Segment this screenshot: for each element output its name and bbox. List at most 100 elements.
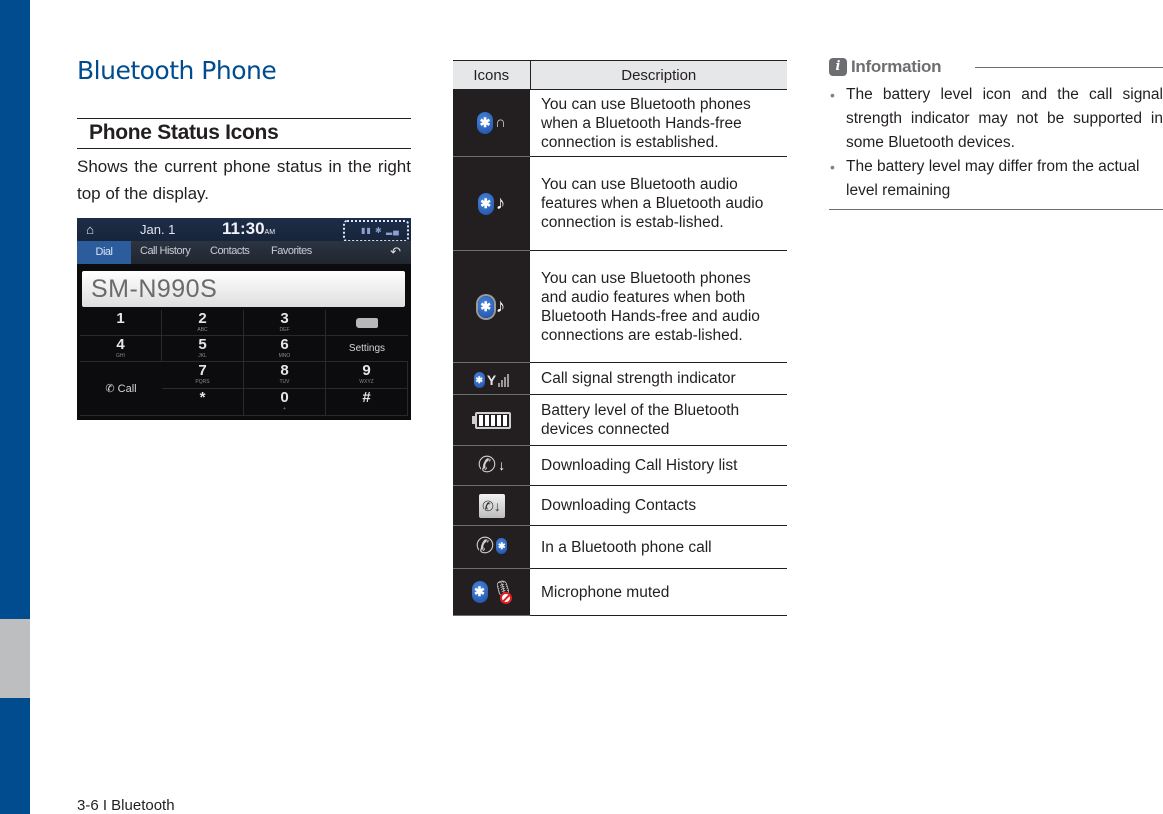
key-digit: 6 — [280, 336, 289, 353]
screen-key: 6 MNO — [244, 336, 326, 362]
page-title: Bluetooth Phone — [77, 56, 277, 85]
status-icons-highlight: ▮▮ ✱ ▂▄ — [343, 220, 409, 242]
screen-key: * — [162, 389, 244, 416]
row-description: Downloading Contacts — [530, 485, 787, 526]
phone-icon: ✆ — [105, 383, 115, 395]
section-body: Shows the current phone status in the ri… — [77, 157, 411, 203]
table-row: ✱ ♪ You can use Bluetooth audio features … — [453, 156, 787, 251]
key-digit: # — [362, 389, 371, 406]
section-divider — [77, 148, 411, 149]
screen-call-key: ✆ Call — [80, 362, 162, 416]
information-list: The battery level icon and the call sign… — [829, 83, 1163, 203]
key-letters: TUV — [279, 379, 290, 385]
table-row: ✆ ✱ In a Bluetooth phone call — [453, 525, 787, 569]
table-row: ✆ ↓ Downloading Call History list — [453, 445, 787, 486]
row-description: Call signal strength indicator — [530, 362, 787, 395]
screen-keypad: 1 2 ABC 3 DEF 4 GHI 5 JKL 6 MNO Settings 7 PQR… — [80, 310, 408, 416]
icon-cell: ✱ ♪ — [453, 250, 530, 363]
table-header-row: Icons Description — [453, 60, 787, 90]
screen-date: Jan. 1 — [140, 222, 176, 237]
table-row: ✱ ♪ You can use Bluetooth phones and audi… — [453, 250, 787, 363]
screen-settings-key: Settings — [326, 336, 408, 362]
information-item: The battery level icon and the call sign… — [829, 83, 1163, 155]
call-signal-strength-icon: ✱ Y — [473, 371, 510, 388]
icon-cell: ✱ ∩ — [453, 89, 530, 157]
table-row: Battery level of the Bluetooth devices c… — [453, 394, 787, 446]
row-description: You can use Bluetooth audio features whe… — [530, 156, 787, 251]
screen-key: 0 + — [244, 389, 326, 416]
key-letters: DEF — [279, 327, 290, 333]
screen-tab-dial: Dial — [77, 241, 131, 264]
key-digit: 2 — [198, 310, 207, 327]
screen-key: 5 JKL — [162, 336, 244, 362]
key-letters: ABC — [197, 327, 208, 333]
downloading-call-history-icon: ✆ ↓ — [477, 451, 506, 477]
information-title: Information — [851, 57, 942, 76]
screen-tab-call-history: Call History — [140, 245, 191, 257]
key-letters: JKL — [198, 353, 207, 359]
section-title: Phone Status Icons — [89, 121, 279, 144]
information-divider — [829, 209, 1163, 210]
home-icon: ⌂ — [86, 222, 94, 237]
row-description: You can use Bluetooth phones and audio f… — [530, 250, 787, 363]
table-row: ✱ 🎙 Microphone muted — [453, 568, 787, 616]
bluetooth-handsfree-icon: ✱ ∩ — [477, 112, 506, 134]
key-digit: * — [199, 389, 206, 406]
icon-cell — [453, 394, 530, 446]
screen-status-bar: ⌂ Jan. 1 11:30AM ▮▮ ✱ ▂▄ — [77, 218, 411, 242]
key-letters: WXYZ — [359, 379, 374, 385]
icon-cell: ✆↓ — [453, 485, 530, 526]
key-digit: 5 — [198, 336, 207, 353]
key-digit: 8 — [280, 362, 289, 379]
screen-tab-favorites: Favorites — [271, 245, 312, 257]
key-digit: 0 — [280, 389, 289, 406]
screen-key: 9 WXYZ — [326, 362, 408, 389]
icon-cell: ✱ ♪ — [453, 156, 530, 251]
information-item: The battery level may differ from the ac… — [829, 155, 1163, 203]
screen-number-value: SM-N990S — [91, 275, 218, 303]
bluetooth-handsfree-audio-icon: ✱ ♪ — [477, 295, 505, 318]
key-letters: PQRS — [195, 379, 210, 385]
call-label: Call — [117, 383, 137, 395]
key-digit: 7 — [198, 362, 207, 379]
screen-tab-contacts: Contacts — [210, 245, 250, 257]
screen-tab-bar: Dial Call History Contacts Favorites ↶ — [77, 241, 411, 264]
section-divider — [77, 118, 411, 119]
column-header-description: Description — [530, 60, 787, 90]
phone-screen-capture: ⌂ Jan. 1 11:30AM ▮▮ ✱ ▂▄ Dial Call Histo… — [77, 218, 411, 420]
microphone-muted-icon: ✱ 🎙 — [471, 580, 514, 604]
key-digit: 3 — [280, 310, 289, 327]
screen-number-field: SM-N990S — [82, 271, 405, 307]
delete-icon — [356, 318, 378, 328]
info-icon: i — [829, 58, 847, 76]
key-letters: MNO — [278, 353, 291, 359]
icon-cell: ✱ Y — [453, 362, 530, 395]
screen-time: 11:30AM — [222, 219, 275, 239]
table-row: ✱ Y Call signal strength indicator — [453, 362, 787, 395]
screen-key: 8 TUV — [244, 362, 326, 389]
information-divider — [975, 67, 1163, 68]
information-heading: i Information — [829, 57, 942, 77]
column-header-icons: Icons — [453, 60, 531, 90]
screen-key: # — [326, 389, 408, 416]
key-letters: GHI — [116, 353, 125, 359]
chapter-sidebar — [0, 0, 30, 814]
bluetooth-audio-icon: ✱ ♪ — [477, 192, 505, 215]
icon-cell: ✆↓ — [453, 445, 530, 486]
icon-cell: ✆ ✱ — [453, 525, 530, 569]
key-digit: 1 — [116, 310, 125, 327]
status-icons-table: Icons Description ✱ ∩ You can use Bluetoo… — [453, 60, 787, 616]
page-footer: 3-6 I Bluetooth — [77, 797, 175, 814]
row-description: In a Bluetooth phone call — [530, 525, 787, 569]
screen-key: 7 PQRS — [162, 362, 244, 389]
row-description: Downloading Call History list — [530, 445, 787, 486]
key-digit: 9 — [362, 362, 371, 379]
key-digit: 4 — [116, 336, 125, 353]
row-description: Battery level of the Bluetooth devices c… — [530, 394, 787, 446]
screen-delete-key — [326, 310, 408, 336]
key-letters: + — [283, 406, 286, 412]
row-description: You can use Bluetooth phones when a Blue… — [530, 89, 787, 157]
screen-key: 1 — [80, 310, 162, 336]
screen-key: 2 ABC — [162, 310, 244, 336]
bluetooth-phone-call-icon: ✆ ✱ — [475, 532, 508, 558]
